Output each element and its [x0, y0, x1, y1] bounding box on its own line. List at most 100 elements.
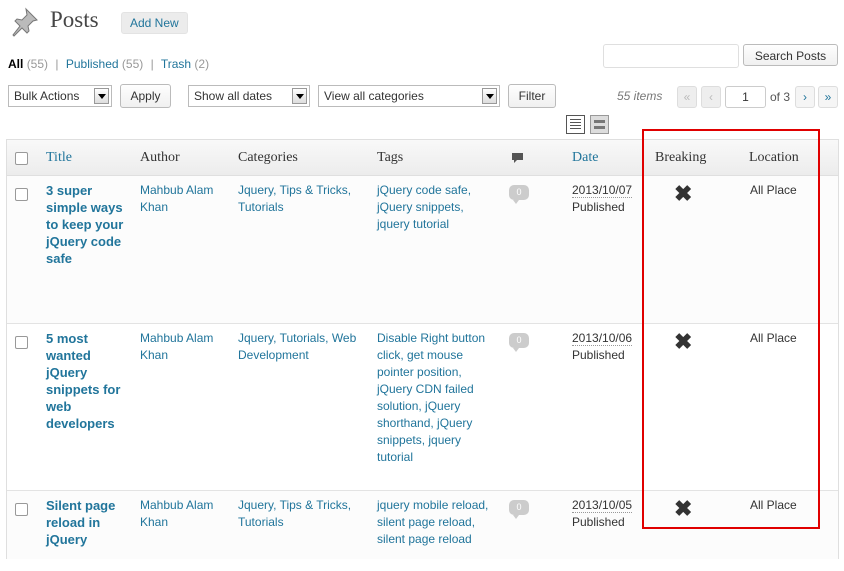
category-line: Jquery, Tutorials, Web — [238, 331, 357, 345]
comment-bubble-icon[interactable] — [511, 152, 524, 164]
separator: | — [55, 57, 59, 71]
column-author: Author — [140, 150, 180, 165]
tags-links[interactable]: jQuery code safe, jQuery snippets, jquer… — [377, 182, 471, 233]
search-input[interactable] — [603, 44, 739, 68]
title-line: jQuery — [46, 532, 88, 547]
column-categories: Categories — [238, 150, 298, 165]
category-line: Jquery, Tips & Tricks, — [238, 183, 352, 197]
date-value: 2013/10/06 — [572, 331, 633, 346]
post-status: Published — [572, 348, 625, 362]
list-view-icon[interactable] — [566, 115, 585, 134]
column-title[interactable]: Title — [46, 150, 72, 166]
categories-value: View all categories — [324, 89, 424, 103]
title-line: developers — [46, 416, 115, 431]
title-line: jQuery — [46, 365, 88, 380]
dates-select[interactable]: Show all dates — [188, 85, 310, 107]
chevron-down-icon — [94, 88, 109, 104]
title-line: wanted — [46, 348, 91, 363]
category-line: Tutorials — [238, 200, 284, 214]
current-page-input[interactable]: 1 — [725, 86, 766, 108]
tag-line: silent page reload, — [377, 515, 476, 529]
comment-count-badge[interactable]: 0 — [509, 185, 529, 204]
all-count: (55) — [26, 57, 49, 71]
page-title: Posts — [50, 7, 99, 32]
title-line: web — [46, 399, 72, 414]
pushpin-icon — [12, 7, 38, 37]
tag-line: click, get mouse — [377, 348, 464, 362]
excerpt-view-icon[interactable] — [590, 115, 609, 134]
last-page-button[interactable]: » — [818, 86, 838, 108]
author-line: Khan — [140, 200, 169, 214]
post-status: Published — [572, 515, 625, 529]
categories-select[interactable]: View all categories — [318, 85, 500, 107]
next-page-button[interactable]: › — [795, 86, 815, 108]
author-link[interactable]: Mahbub Alam Khan — [140, 330, 213, 364]
tag-line: jQuery snippets, — [377, 200, 464, 214]
column-tags: Tags — [377, 150, 404, 165]
bulk-actions-select[interactable]: Bulk Actions — [8, 85, 112, 107]
tags-links[interactable]: jquery mobile reload, silent page reload… — [377, 497, 488, 548]
title-line: 5 most — [46, 331, 88, 346]
tag-line: tutorial — [377, 450, 414, 464]
column-date[interactable]: Date — [572, 150, 598, 166]
category-line: Jquery, Tips & Tricks, — [238, 498, 352, 512]
title-line: snippets for — [46, 382, 121, 397]
author-line: Khan — [140, 348, 169, 362]
separator: | — [150, 57, 154, 71]
post-title-link[interactable]: Silent page reload in jQuery — [46, 497, 132, 548]
chevron-down-icon — [292, 88, 307, 104]
trash-count: (2) — [194, 57, 210, 71]
date-value: 2013/10/07 — [572, 183, 633, 198]
chevron-down-icon — [482, 88, 497, 104]
tag-line: solution, jQuery — [377, 399, 461, 413]
view-all-link[interactable]: All — [8, 57, 23, 71]
tag-line: snippets, jquery — [377, 433, 462, 447]
first-page-button[interactable]: « — [677, 86, 697, 108]
apply-button[interactable]: Apply — [120, 84, 171, 108]
tags-links[interactable]: Disable Right button click, get mouse po… — [377, 330, 485, 466]
view-trash-link[interactable]: Trash — [161, 57, 191, 71]
title-line: simple ways — [46, 200, 123, 215]
tag-line: pointer position, — [377, 365, 462, 379]
select-all-checkbox[interactable] — [15, 152, 28, 165]
title-line: jQuery code — [46, 234, 122, 249]
author-link[interactable]: Mahbub Alam Khan — [140, 182, 213, 216]
categories-links[interactable]: Jquery, Tips & Tricks, Tutorials — [238, 182, 351, 216]
previous-page-button[interactable]: ‹ — [701, 86, 721, 108]
add-new-button[interactable]: Add New — [121, 12, 188, 34]
view-published-link[interactable]: Published — [66, 57, 119, 71]
post-title-link[interactable]: 5 most wanted jQuery snippets for web de… — [46, 330, 132, 432]
comment-count-badge[interactable]: 0 — [509, 500, 529, 519]
comment-count-badge[interactable]: 0 — [509, 333, 529, 352]
categories-links[interactable]: Jquery, Tips & Tricks, Tutorials — [238, 497, 351, 531]
items-count: 55 items — [617, 89, 663, 103]
tag-line: silent page reload — [377, 532, 472, 546]
post-title-link[interactable]: 3 super simple ways to keep your jQuery … — [46, 182, 132, 267]
date-value: 2013/10/05 — [572, 498, 633, 513]
tag-line: jquery mobile reload, — [377, 498, 489, 512]
category-line: Tutorials — [238, 515, 284, 529]
tag-line: jQuery code safe, — [377, 183, 472, 197]
dates-value: Show all dates — [194, 89, 273, 103]
row-checkbox[interactable] — [15, 188, 28, 201]
post-status-filters: All (55) | Published (55) | Trash (2) — [8, 57, 209, 71]
author-line: Mahbub Alam — [140, 498, 214, 512]
title-line: reload in — [46, 515, 101, 530]
post-date: 2013/10/07 Published — [572, 182, 633, 216]
title-line: to keep your — [46, 217, 124, 232]
author-line: Mahbub Alam — [140, 331, 214, 345]
title-line: Silent page — [46, 498, 116, 513]
filter-button[interactable]: Filter — [508, 84, 556, 108]
tag-line: jquery tutorial — [377, 217, 450, 231]
author-line: Khan — [140, 515, 169, 529]
row-checkbox[interactable] — [15, 336, 28, 349]
post-status: Published — [572, 200, 625, 214]
categories-links[interactable]: Jquery, Tutorials, Web Development — [238, 330, 356, 364]
title-line: safe — [46, 251, 73, 266]
post-date: 2013/10/06 Published — [572, 330, 633, 364]
total-pages: of 3 — [770, 90, 791, 104]
row-checkbox[interactable] — [15, 503, 28, 516]
tag-line: Disable Right button — [377, 331, 486, 345]
author-link[interactable]: Mahbub Alam Khan — [140, 497, 213, 531]
search-posts-button[interactable]: Search Posts — [743, 44, 838, 66]
